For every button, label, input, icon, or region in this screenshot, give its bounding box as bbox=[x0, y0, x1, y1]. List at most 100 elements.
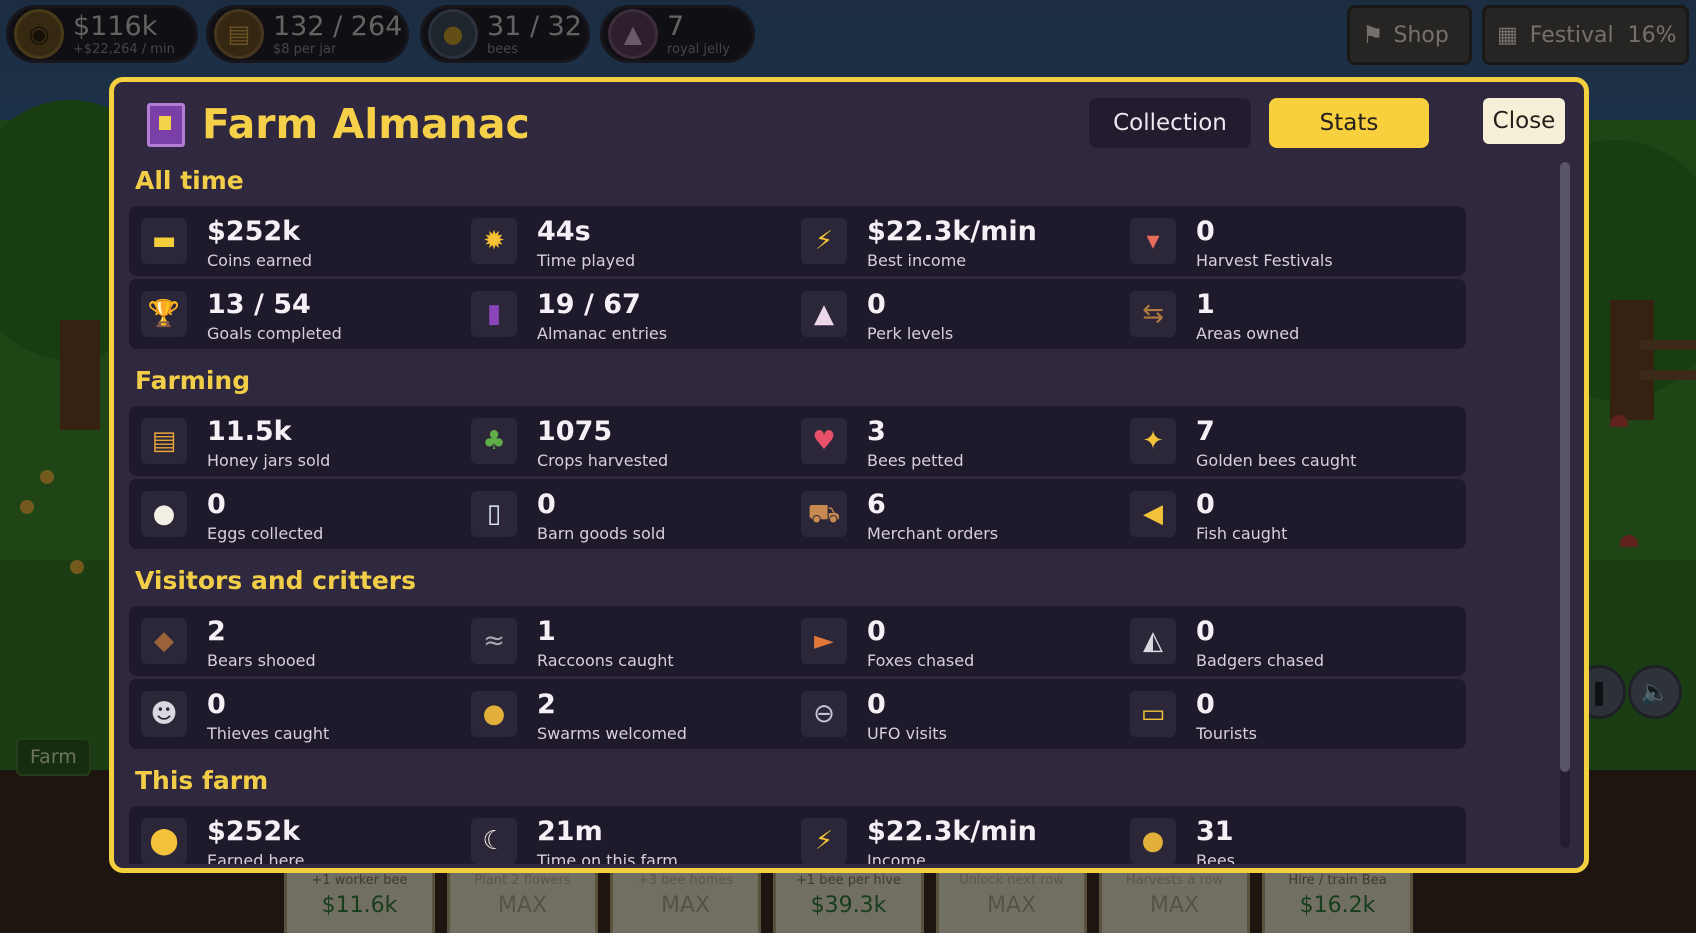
stat-value: 0 bbox=[207, 689, 226, 720]
stat-card: ✦ 7 Golden bees caught bbox=[1118, 406, 1466, 476]
stat-card: ✹ 44s Time played bbox=[459, 206, 807, 276]
badger-icon: ◭ bbox=[1130, 618, 1176, 664]
stat-card: ◀ 0 Fish caught bbox=[1118, 479, 1466, 549]
lightning-icon: ⚡ bbox=[801, 818, 847, 864]
tab-stats[interactable]: Stats bbox=[1269, 98, 1429, 148]
stat-value: 6 bbox=[867, 489, 886, 520]
stat-card: ▭ 0 Tourists bbox=[1118, 679, 1466, 749]
stat-label: Harvest Festivals bbox=[1196, 251, 1333, 270]
tour-bus-icon: ▭ bbox=[1130, 691, 1176, 737]
stat-card: ⬤ $252k Earned here bbox=[129, 806, 477, 864]
moon-icon: ☾ bbox=[471, 818, 517, 864]
stat-value: 1075 bbox=[537, 416, 613, 447]
modal-header: Farm Almanac Collection Stats Close bbox=[114, 82, 1584, 166]
stat-label: Bees bbox=[1196, 851, 1235, 864]
stat-value: 2 bbox=[207, 616, 226, 647]
stat-label: Income bbox=[867, 851, 926, 864]
stat-card: ◆ 2 Bears shooed bbox=[129, 606, 477, 676]
stat-label: Barn goods sold bbox=[537, 524, 666, 543]
stat-value: 0 bbox=[207, 489, 226, 520]
stat-label: Earned here bbox=[207, 851, 305, 864]
stat-value: $22.3k/min bbox=[867, 816, 1037, 847]
stat-card: ☾ 21m Time on this farm bbox=[459, 806, 807, 864]
stat-card: ⚡ $22.3k/min Income bbox=[789, 806, 1137, 864]
stat-label: Tourists bbox=[1196, 724, 1257, 743]
stats-scroll-area[interactable]: All time ▬ $252k Coins earned ✹ 44s Time playe… bbox=[114, 166, 1554, 864]
almanac-modal: Farm Almanac Collection Stats Close All … bbox=[109, 77, 1589, 873]
stat-label: Areas owned bbox=[1196, 324, 1300, 343]
stat-card: ▬ $252k Coins earned bbox=[129, 206, 477, 276]
stat-label: Bees petted bbox=[867, 451, 964, 470]
stat-value: 0 bbox=[867, 616, 886, 647]
stat-value: $22.3k/min bbox=[867, 216, 1037, 247]
stat-card: ≈1 Raccoons caught bbox=[459, 606, 807, 676]
lightning-icon: ⚡ bbox=[801, 218, 847, 264]
sun-icon: ✹ bbox=[471, 218, 517, 264]
fish-icon: ◀ bbox=[1130, 491, 1176, 537]
gold-coin-icon: ⬤ bbox=[141, 818, 187, 864]
stat-label: UFO visits bbox=[867, 724, 947, 743]
stat-value: 0 bbox=[1196, 216, 1215, 247]
golden-bee-icon: ✦ bbox=[1130, 418, 1176, 464]
coins-stack-icon: ▬ bbox=[141, 218, 187, 264]
stat-label: Coins earned bbox=[207, 251, 313, 270]
stat-card: ⚡ $22.3k/min Best income bbox=[789, 206, 1137, 276]
stat-value: 0 bbox=[867, 289, 886, 320]
stat-value: 31 bbox=[1196, 816, 1234, 847]
section-title: Visitors and critters bbox=[135, 566, 417, 595]
stat-value: 0 bbox=[1196, 616, 1215, 647]
stat-card: ▯ 0 Barn goods sold bbox=[459, 479, 807, 549]
bee-icon: ● bbox=[1130, 818, 1176, 864]
stat-label: Fish caught bbox=[1196, 524, 1288, 543]
stat-value: 0 bbox=[1196, 689, 1215, 720]
stat-card: ♣ 1075 Crops harvested bbox=[459, 406, 807, 476]
almanac-book-icon: ▮ bbox=[471, 291, 517, 337]
stat-label: Time on this farm bbox=[537, 851, 678, 864]
fox-icon: ► bbox=[801, 618, 847, 664]
stat-value: 0 bbox=[867, 689, 886, 720]
stat-label: Time played bbox=[537, 251, 636, 270]
stat-value: 1 bbox=[1196, 289, 1215, 320]
stat-value: 0 bbox=[537, 489, 556, 520]
stat-label: Thieves caught bbox=[207, 724, 330, 743]
stat-value: 21m bbox=[537, 816, 603, 847]
stat-card: ● 0 Eggs collected bbox=[129, 479, 477, 549]
stat-value: 44s bbox=[537, 216, 591, 247]
milk-bottle-icon: ▯ bbox=[471, 491, 517, 537]
close-button[interactable]: Close bbox=[1483, 98, 1565, 144]
stat-card: ⇆ 1 Areas owned bbox=[1118, 279, 1466, 349]
stat-label: Goals completed bbox=[207, 324, 342, 343]
stat-card: ⊖ 0 UFO visits bbox=[789, 679, 1137, 749]
section-title: This farm bbox=[135, 766, 269, 795]
tab-collection[interactable]: Collection bbox=[1089, 98, 1251, 148]
stat-value: $252k bbox=[207, 216, 301, 247]
stat-value: 1 bbox=[537, 616, 556, 647]
scrollbar[interactable] bbox=[1560, 162, 1570, 848]
bear-icon: ◆ bbox=[141, 618, 187, 664]
stat-card: 🏆 13 / 54 Goals completed bbox=[129, 279, 477, 349]
thief-icon: ☻ bbox=[141, 691, 187, 737]
festival-bunting-icon: ▾ bbox=[1130, 218, 1176, 264]
signpost-icon: ⇆ bbox=[1130, 291, 1176, 337]
stat-value: 0 bbox=[1196, 489, 1215, 520]
stat-card: ▲ 0 Perk levels bbox=[789, 279, 1137, 349]
stat-value: 19 / 67 bbox=[537, 289, 641, 320]
stat-card: ● 2 Swarms welcomed bbox=[459, 679, 807, 749]
raccoon-icon: ≈ bbox=[471, 618, 517, 664]
stat-label: Golden bees caught bbox=[1196, 451, 1357, 470]
stat-label: Swarms welcomed bbox=[537, 724, 687, 743]
swarm-bee-icon: ● bbox=[471, 691, 517, 737]
scrollbar-thumb[interactable] bbox=[1560, 162, 1570, 772]
stat-value: 13 / 54 bbox=[207, 289, 311, 320]
stat-label: Raccoons caught bbox=[537, 651, 674, 670]
stat-value: 3 bbox=[867, 416, 886, 447]
stat-label: Bears shooed bbox=[207, 651, 316, 670]
stat-card: ● 31 Bees bbox=[1118, 806, 1466, 864]
ufo-icon: ⊖ bbox=[801, 691, 847, 737]
stat-card: ▤ 11.5k Honey jars sold bbox=[129, 406, 477, 476]
trophy-icon: 🏆 bbox=[141, 291, 187, 337]
stat-label: Eggs collected bbox=[207, 524, 324, 543]
stat-label: Badgers chased bbox=[1196, 651, 1325, 670]
stat-card: ◭ 0 Badgers chased bbox=[1118, 606, 1466, 676]
merchant-cart-icon: ⛟ bbox=[801, 491, 847, 537]
